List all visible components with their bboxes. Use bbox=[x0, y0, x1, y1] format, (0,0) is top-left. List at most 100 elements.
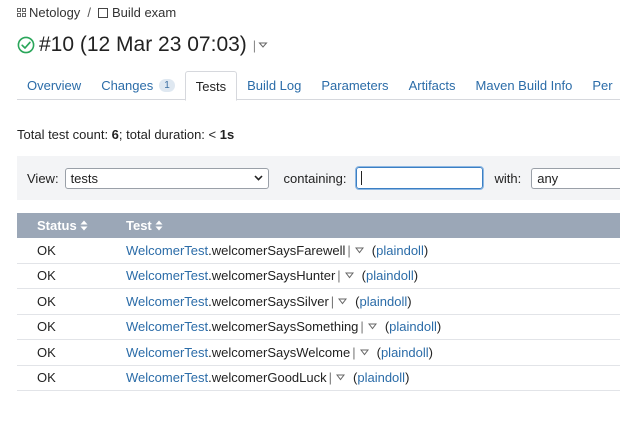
project-grid-icon bbox=[17, 8, 26, 17]
test-name-cell: WelcomerTest .welcomerSaysSilver | (plain… bbox=[126, 294, 412, 309]
chevron-down-icon[interactable] bbox=[367, 323, 377, 330]
row-separator: | bbox=[328, 370, 333, 386]
test-suite-link[interactable]: WelcomerTest bbox=[126, 345, 208, 360]
tab-build-log[interactable]: Build Log bbox=[237, 71, 311, 100]
chevron-down-icon[interactable] bbox=[336, 374, 346, 381]
test-status: OK bbox=[37, 344, 56, 360]
with-select-value: any bbox=[537, 170, 559, 186]
chevron-down-icon[interactable] bbox=[354, 247, 364, 254]
containing-input[interactable] bbox=[355, 166, 485, 190]
view-select[interactable]: tests bbox=[64, 167, 269, 189]
test-summary: Total test count: 6; total duration: < 1… bbox=[17, 127, 234, 142]
row-separator: | bbox=[347, 242, 351, 258]
paren-close: ) bbox=[413, 268, 419, 284]
table-row: OK WelcomerTest .welcomerGoodLuck | (plai… bbox=[17, 366, 620, 391]
breadcrumb: Netology / Build exam bbox=[17, 5, 176, 20]
test-owner: (plaindoll) bbox=[355, 294, 411, 309]
test-method-link[interactable]: .welcomerSaysSomething bbox=[208, 319, 358, 334]
tab-changes[interactable]: Changes 1 bbox=[91, 71, 185, 100]
owner-link[interactable]: plaindoll bbox=[376, 243, 424, 258]
test-method-link[interactable]: .welcomerSaysSilver bbox=[208, 294, 329, 309]
tab-per[interactable]: Per bbox=[582, 71, 620, 100]
paren-close: ) bbox=[407, 293, 412, 309]
test-name-cell: WelcomerTest .welcomerSaysWelcome | (plai… bbox=[126, 345, 433, 360]
text-cursor bbox=[361, 171, 363, 185]
test-method-link[interactable]: .welcomerSaysWelcome bbox=[208, 345, 350, 360]
sort-icon bbox=[155, 220, 163, 231]
paren-close: ) bbox=[423, 242, 429, 258]
tab-label: Artifacts bbox=[408, 78, 456, 93]
breadcrumb-build-config[interactable]: Build exam bbox=[97, 5, 177, 20]
test-suite-link[interactable]: WelcomerTest bbox=[126, 268, 208, 283]
paren-close: ) bbox=[405, 370, 410, 386]
tab-label: Per bbox=[592, 78, 613, 93]
test-suite-link[interactable]: WelcomerTest bbox=[126, 294, 208, 309]
tab-artifacts[interactable]: Artifacts bbox=[399, 71, 466, 100]
test-method-link[interactable]: .welcomerGoodLuck bbox=[208, 370, 327, 385]
view-label: View: bbox=[27, 170, 59, 186]
tests-table: Status Test OK WelcomerTest .welcomerSays… bbox=[17, 213, 620, 391]
status-header-label: Status bbox=[37, 218, 77, 233]
owner-link[interactable]: plaindoll bbox=[381, 345, 429, 360]
check-circle-icon bbox=[17, 36, 35, 54]
containing-label: containing: bbox=[283, 170, 347, 186]
row-separator: | bbox=[330, 293, 335, 309]
tab-tests[interactable]: Tests bbox=[184, 71, 238, 101]
owner-link[interactable]: plaindoll bbox=[357, 370, 405, 385]
owner-link[interactable]: plaindoll bbox=[366, 268, 414, 283]
tab-label: Changes bbox=[101, 78, 154, 93]
table-row: OK WelcomerTest .welcomerSaysFarewell | (… bbox=[17, 238, 620, 264]
breadcrumb-separator: / bbox=[87, 5, 91, 20]
test-method-link[interactable]: .welcomerSaysFarewell bbox=[208, 243, 345, 258]
tab-label: Maven Build Info bbox=[475, 78, 573, 93]
test-suite-link[interactable]: WelcomerTest bbox=[126, 319, 208, 334]
test-duration: 1s bbox=[219, 127, 235, 142]
with-select[interactable]: any bbox=[531, 167, 620, 189]
test-name-cell: WelcomerTest .welcomerGoodLuck | (plaindo… bbox=[126, 370, 409, 385]
summary-prefix: Total test count: bbox=[17, 127, 112, 142]
row-separator: | bbox=[337, 268, 341, 284]
table-row: OK WelcomerTest .welcomerSaysWelcome | (p… bbox=[17, 340, 620, 366]
breadcrumb-project[interactable]: Netology bbox=[17, 5, 80, 20]
tab-label: Overview bbox=[27, 78, 82, 93]
chevron-down-icon[interactable] bbox=[258, 40, 268, 50]
title-separator: | bbox=[252, 37, 257, 53]
test-status: OK bbox=[37, 268, 56, 284]
tab-label: Build Log bbox=[247, 78, 302, 93]
test-method-link[interactable]: .welcomerSaysHunter bbox=[208, 268, 335, 283]
breadcrumb-project-label: Netology bbox=[29, 5, 81, 20]
chevron-down-icon[interactable] bbox=[338, 298, 348, 305]
table-row: OK WelcomerTest .welcomerSaysSomething | … bbox=[17, 315, 620, 340]
test-filter-bar: View: tests containing: with: any bbox=[17, 156, 620, 200]
paren-close: ) bbox=[428, 344, 433, 360]
test-owner: (plaindoll) bbox=[353, 370, 409, 385]
test-suite-link[interactable]: WelcomerTest bbox=[126, 370, 208, 385]
test-status: OK bbox=[37, 242, 56, 258]
build-config-icon bbox=[97, 7, 108, 18]
test-name-cell: WelcomerTest .welcomerSaysSomething | (pl… bbox=[126, 319, 441, 334]
table-row: OK WelcomerTest .welcomerSaysHunter | (pl… bbox=[17, 264, 620, 289]
owner-link[interactable]: plaindoll bbox=[360, 294, 408, 309]
breadcrumb-build-config-label: Build exam bbox=[111, 5, 177, 20]
tab-label: Tests bbox=[195, 78, 227, 94]
owner-link[interactable]: plaindoll bbox=[389, 319, 437, 334]
tab-label: Parameters bbox=[321, 78, 389, 93]
tab-parameters[interactable]: Parameters bbox=[311, 71, 398, 100]
chevron-down-icon[interactable] bbox=[359, 349, 369, 356]
build-title-row: #10 (12 Mar 23 07:03) | bbox=[17, 33, 268, 57]
build-tabs: Overview Changes 1 Tests Build Log Param… bbox=[17, 71, 620, 101]
tab-overview[interactable]: Overview bbox=[17, 71, 91, 100]
status-column-header[interactable]: Status bbox=[17, 218, 126, 233]
summary-middle: ; total duration: < bbox=[118, 127, 220, 142]
test-owner: (plaindoll) bbox=[385, 319, 441, 334]
test-status: OK bbox=[37, 319, 56, 335]
test-status: OK bbox=[37, 293, 56, 309]
test-name-cell: WelcomerTest .welcomerSaysFarewell | (pla… bbox=[126, 243, 428, 258]
row-separator: | bbox=[352, 344, 356, 360]
test-owner: (plaindoll) bbox=[377, 345, 433, 360]
changes-count-badge: 1 bbox=[159, 79, 175, 92]
tab-maven-build-info[interactable]: Maven Build Info bbox=[466, 71, 583, 100]
chevron-down-icon[interactable] bbox=[344, 272, 354, 279]
test-suite-link[interactable]: WelcomerTest bbox=[126, 243, 208, 258]
test-column-header[interactable]: Test bbox=[126, 218, 163, 233]
